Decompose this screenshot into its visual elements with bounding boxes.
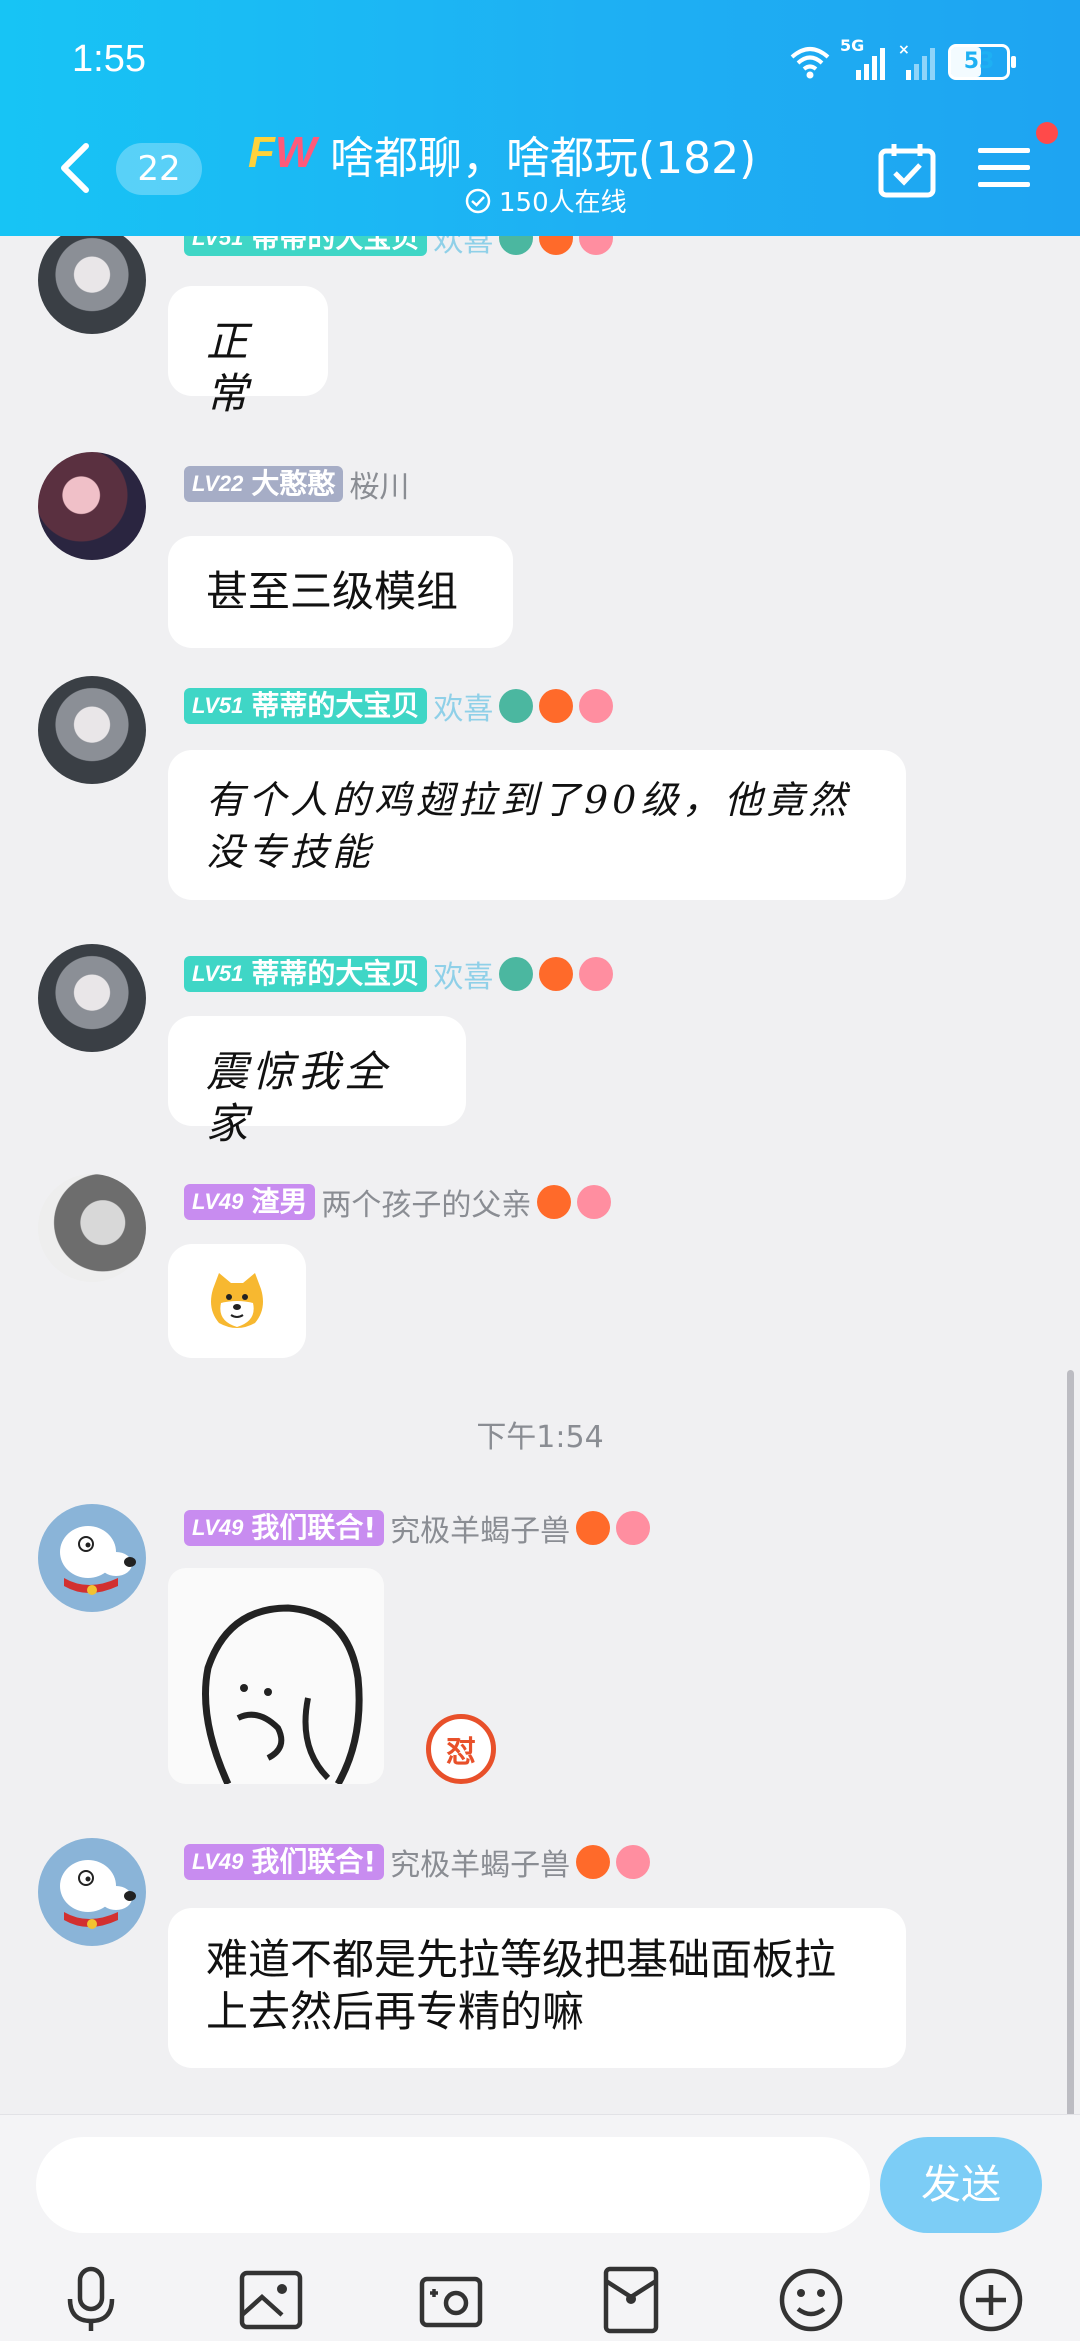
sender-nickname[interactable]: 欢喜 xyxy=(433,236,493,260)
red-packet-icon[interactable] xyxy=(596,2265,666,2335)
fire-icon xyxy=(539,689,574,723)
signal-weak-icon: × xyxy=(898,42,935,80)
dragon-icon xyxy=(499,957,534,991)
level-badge: LV49 我们联合! xyxy=(184,1844,385,1880)
wifi-icon xyxy=(790,47,830,79)
smile-flower-icon xyxy=(579,236,614,255)
sender-meta: LV51 蒂蒂的大宝贝 欢喜 xyxy=(184,952,614,996)
message-list[interactable]: LV51 蒂蒂的大宝贝 欢喜 正常 LV22 大憨憨 桜川 甚至三级模组 LV51 蒂… xyxy=(0,236,1080,2114)
smile-flower-icon xyxy=(616,1845,651,1879)
scrollbar[interactable] xyxy=(1067,1370,1074,2114)
image-message[interactable] xyxy=(168,1568,384,1784)
message-bubble[interactable]: 震惊我全家 xyxy=(168,1016,466,1148)
chat-header: 1:55 5G × 53 22 FW 啥都聊，啥都玩(182) 150人在线 xyxy=(0,0,1080,236)
avatar[interactable] xyxy=(38,452,146,560)
online-count: 150人在线 xyxy=(499,188,627,218)
avatar[interactable] xyxy=(38,944,146,1052)
calendar-check-icon[interactable] xyxy=(878,142,936,198)
status-icons: 5G × 53 xyxy=(790,36,1016,84)
sender-nickname[interactable]: 欢喜 xyxy=(433,684,493,728)
level-badge: LV22 大憨憨 xyxy=(184,466,344,502)
avatar[interactable] xyxy=(38,676,146,784)
group-logo: FW xyxy=(248,128,317,177)
check-circle-icon xyxy=(465,188,491,213)
fire-icon xyxy=(539,236,574,255)
sender-meta: LV51 蒂蒂的大宝贝 欢喜 xyxy=(184,684,614,728)
cartoon-dog-avatar xyxy=(60,1526,136,1595)
sender-meta: LV22 大憨憨 桜川 xyxy=(184,462,409,506)
dog-emoji-icon xyxy=(211,1273,263,1328)
message-input[interactable] xyxy=(36,2137,870,2233)
notification-dot xyxy=(1036,122,1058,144)
camera-icon[interactable] xyxy=(416,2265,486,2335)
avatar[interactable] xyxy=(38,1174,146,1282)
network-type: 5G xyxy=(840,36,865,55)
smile-flower-icon xyxy=(577,1185,612,1219)
back-button[interactable] xyxy=(54,140,94,196)
microphone-icon[interactable] xyxy=(56,2265,126,2335)
fire-icon xyxy=(539,957,574,991)
time-divider: 下午1:54 xyxy=(476,1420,604,1455)
composer-toolbar xyxy=(0,2265,1080,2335)
sender-meta: LV49 我们联合! 究极羊蝎子兽 xyxy=(184,1840,651,1884)
sender-nickname[interactable]: 欢喜 xyxy=(433,952,493,996)
sender-meta: LV51 蒂蒂的大宝贝 欢喜 xyxy=(184,236,614,260)
fire-icon xyxy=(576,1511,611,1545)
level-badge: LV51 蒂蒂的大宝贝 xyxy=(184,688,428,724)
menu-icon[interactable] xyxy=(978,146,1030,190)
fire-icon xyxy=(576,1845,611,1879)
level-badge: LV49 我们联合! xyxy=(184,1510,385,1546)
dragon-icon xyxy=(499,236,534,255)
level-badge: LV51 蒂蒂的大宝贝 xyxy=(184,236,428,256)
dragon-icon xyxy=(499,689,534,723)
message-bubble[interactable]: 正常 xyxy=(168,286,328,418)
smile-flower-icon xyxy=(579,957,614,991)
signal-icon: 5G xyxy=(840,36,888,82)
sender-meta: LV49 渣男 两个孩子的父亲 xyxy=(184,1180,612,1224)
message-bubble[interactable]: 有个人的鸡翅拉到了90级，他竟然没专技能 xyxy=(168,750,906,900)
avatar[interactable] xyxy=(38,236,146,334)
group-title[interactable]: 啥都聊，啥都玩(182) xyxy=(330,122,756,186)
composer: 发送 xyxy=(0,2114,1080,2341)
status-time: 1:55 xyxy=(72,38,146,80)
smile-flower-icon xyxy=(579,689,614,723)
sender-nickname[interactable]: 两个孩子的父亲 xyxy=(321,1180,531,1224)
emoji-icon[interactable] xyxy=(776,2265,846,2335)
send-button[interactable]: 发送 xyxy=(880,2137,1042,2233)
sketch-sticker-image xyxy=(202,1604,363,1784)
battery-indicator: 53 xyxy=(948,44,1016,80)
avatar[interactable] xyxy=(38,1504,146,1612)
cartoon-dog-avatar xyxy=(60,1860,136,1929)
online-status: 150人在线 xyxy=(465,182,627,219)
level-badge: LV49 渣男 xyxy=(184,1184,316,1220)
sender-meta: LV49 我们联合! 究极羊蝎子兽 xyxy=(184,1506,651,1550)
image-icon[interactable] xyxy=(236,2265,306,2335)
plus-icon[interactable] xyxy=(956,2265,1026,2335)
sender-nickname[interactable]: 究极羊蝎子兽 xyxy=(390,1840,570,1884)
unread-count-badge[interactable]: 22 xyxy=(116,143,202,195)
svg-text:×: × xyxy=(898,42,910,58)
sender-nickname[interactable]: 究极羊蝎子兽 xyxy=(390,1506,570,1550)
reaction-badge[interactable]: 怼 xyxy=(426,1714,496,1784)
fire-icon xyxy=(537,1185,572,1219)
sticker-bubble[interactable] xyxy=(168,1244,306,1358)
sender-nickname[interactable]: 桜川 xyxy=(349,462,409,506)
level-badge: LV51 蒂蒂的大宝贝 xyxy=(184,956,428,992)
message-bubble[interactable]: 甚至三级模组 xyxy=(168,536,513,648)
avatar[interactable] xyxy=(38,1838,146,1946)
smile-flower-icon xyxy=(616,1511,651,1545)
message-bubble[interactable]: 难道不都是先拉等级把基础面板拉上去然后再专精的嘛 xyxy=(168,1908,906,2068)
